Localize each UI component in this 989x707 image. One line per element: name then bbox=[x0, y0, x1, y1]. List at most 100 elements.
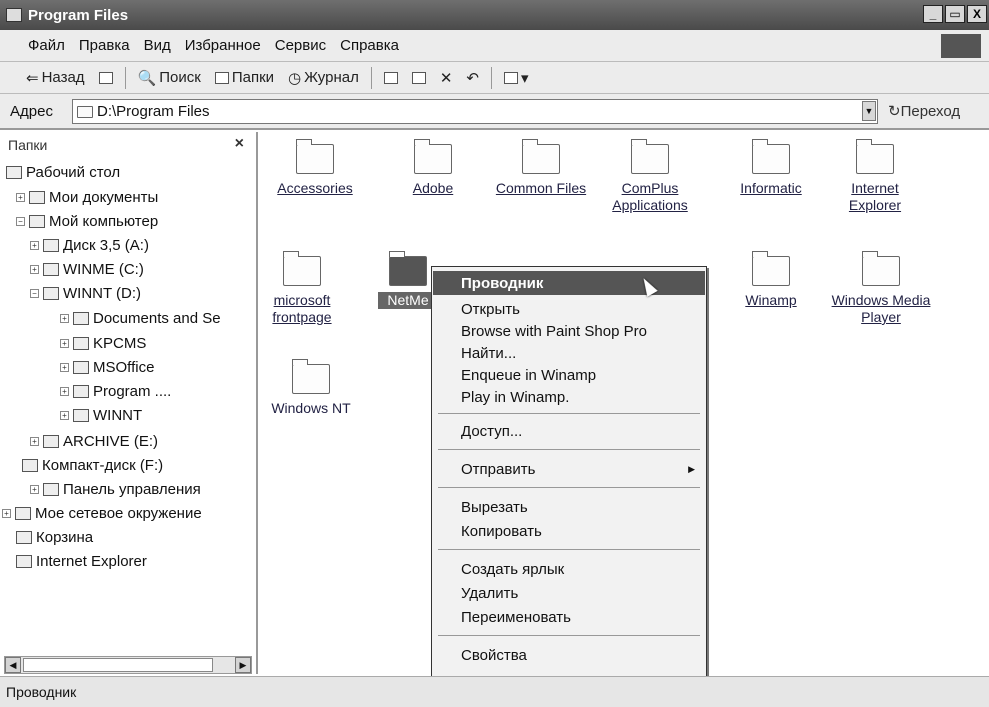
ctx-item-explorer[interactable]: Проводник bbox=[433, 271, 705, 295]
scroll-right-arrow-icon[interactable]: ▶ bbox=[235, 657, 251, 673]
expand-icon[interactable]: + bbox=[60, 411, 69, 420]
tree-item-drive-d[interactable]: − WINNT (D:) bbox=[30, 285, 141, 302]
views-icon bbox=[504, 71, 518, 84]
collapse-icon[interactable]: − bbox=[30, 289, 39, 298]
tree-item-program-files[interactable]: + Program .... bbox=[60, 383, 171, 400]
folder-icon bbox=[856, 139, 894, 174]
folder-item[interactable]: Accessories bbox=[260, 139, 370, 197]
ctx-item-sharing[interactable]: Доступ... bbox=[433, 419, 705, 443]
minimize-button[interactable]: _ bbox=[923, 5, 943, 23]
tree-item-label: Internet Explorer bbox=[36, 553, 147, 570]
folder-icon bbox=[752, 251, 790, 286]
folders-pane-close-button[interactable]: × bbox=[235, 135, 244, 153]
history-button[interactable]: ◷ Журнал bbox=[284, 69, 363, 87]
tree-item-network[interactable]: + Мое сетевое окружение bbox=[2, 505, 202, 522]
move-to-button[interactable] bbox=[380, 71, 402, 84]
tree-item-msoffice[interactable]: + MSOffice bbox=[60, 359, 154, 376]
folder-item-name: Accessories bbox=[277, 180, 353, 196]
tree-item-winnt-folder[interactable]: + WINNT bbox=[60, 407, 142, 424]
menu-view[interactable]: Вид bbox=[144, 37, 171, 54]
go-arrow-icon: ↻ bbox=[888, 103, 901, 120]
collapse-icon[interactable]: − bbox=[16, 217, 25, 226]
folders-horizontal-scrollbar[interactable]: ◀ ▶ bbox=[4, 656, 252, 674]
ctx-item-play-winamp[interactable]: Play in Winamp. bbox=[433, 385, 705, 409]
tree-item-drive-e[interactable]: + ARCHIVE (E:) bbox=[30, 433, 158, 450]
toolbar-separator bbox=[491, 66, 492, 89]
tree-item-documents-and-settings[interactable]: + Documents and Se bbox=[60, 310, 221, 327]
tree-item-cd-drive[interactable]: Компакт-диск (F:) bbox=[22, 457, 163, 474]
tree-item-recycle-bin[interactable]: Корзина bbox=[16, 529, 93, 546]
ctx-item-cut[interactable]: Вырезать bbox=[433, 495, 705, 519]
folders-button[interactable]: Папки bbox=[211, 69, 278, 86]
tree-item-kpcms[interactable]: + KPCMS bbox=[60, 335, 146, 352]
folder-item-selected[interactable]: NetMe bbox=[378, 251, 438, 309]
menu-edit[interactable]: Правка bbox=[79, 37, 130, 54]
scroll-left-arrow-icon[interactable]: ◀ bbox=[5, 657, 21, 673]
menu-file[interactable]: Файл bbox=[28, 37, 65, 54]
ctx-item-send-to[interactable]: Отправить ▶ bbox=[433, 457, 705, 481]
tree-item-desktop[interactable]: Рабочий стол bbox=[6, 164, 120, 181]
folders-icon bbox=[214, 71, 229, 84]
ctx-item-enqueue-winamp[interactable]: Enqueue in Winamp bbox=[433, 363, 705, 387]
tree-item-label: Корзина bbox=[36, 529, 94, 546]
ctx-item-open[interactable]: Открыть bbox=[433, 297, 705, 321]
up-button[interactable] bbox=[95, 71, 117, 84]
folder-item[interactable]: Winamp bbox=[716, 251, 826, 309]
tree-item-label: Мое сетевое окружение bbox=[35, 505, 202, 522]
ctx-item-create-shortcut[interactable]: Создать ярлык bbox=[433, 557, 705, 581]
menu-tools[interactable]: Сервис bbox=[275, 37, 326, 54]
tree-item-drive-c[interactable]: + WINME (C:) bbox=[30, 261, 144, 278]
folder-item[interactable]: ComPlus Applications bbox=[602, 139, 698, 214]
menu-help[interactable]: Справка bbox=[340, 37, 399, 54]
tree-item-floppy[interactable]: + Диск 3,5 (A:) bbox=[30, 237, 149, 254]
undo-button[interactable]: ↶ bbox=[462, 69, 483, 87]
folder-item[interactable]: Internet Explorer bbox=[830, 139, 920, 214]
expand-icon[interactable]: + bbox=[60, 339, 69, 348]
ctx-item-browse-paintshop[interactable]: Browse with Paint Shop Pro bbox=[433, 319, 705, 343]
scrollbar-thumb[interactable] bbox=[23, 658, 213, 672]
maximize-button[interactable]: ▭ bbox=[945, 5, 965, 23]
copy-to-button[interactable] bbox=[408, 71, 430, 84]
search-button[interactable]: 🔍 Поиск bbox=[134, 69, 205, 87]
back-button[interactable]: ⇐ Назад bbox=[22, 69, 89, 87]
ctx-item-rename[interactable]: Переименовать bbox=[433, 605, 705, 629]
ctx-item-copy[interactable]: Копировать bbox=[433, 519, 705, 543]
address-dropdown-button[interactable]: ▼ bbox=[862, 101, 876, 121]
go-button[interactable]: ↻Переход bbox=[888, 102, 960, 120]
tree-item-my-computer[interactable]: − Мой компьютер bbox=[16, 213, 158, 230]
views-button[interactable]: ▾ bbox=[500, 69, 533, 87]
tree-item-internet-explorer[interactable]: Internet Explorer bbox=[16, 553, 147, 570]
address-bar: Адрес D:\Program Files ▼ ↻Переход bbox=[0, 94, 989, 130]
folder-item[interactable]: Windows NT bbox=[256, 359, 366, 417]
folder-item[interactable]: Common Files bbox=[486, 139, 596, 197]
expand-icon[interactable]: + bbox=[60, 387, 69, 396]
folder-item[interactable]: Windows Media Player bbox=[826, 251, 936, 326]
internet-explorer-icon bbox=[16, 555, 32, 568]
search-label: Поиск bbox=[159, 69, 201, 86]
tree-item-control-panel[interactable]: + Панель управления bbox=[30, 481, 201, 498]
folder-icon bbox=[522, 139, 560, 174]
folder-item[interactable]: Informatic bbox=[716, 139, 826, 197]
delete-button[interactable]: ✕ bbox=[436, 69, 457, 87]
expand-icon[interactable]: + bbox=[30, 485, 39, 494]
folder-item[interactable]: microsoft frontpage bbox=[254, 251, 350, 326]
ctx-item-delete[interactable]: Удалить bbox=[433, 581, 705, 605]
ctx-item-properties[interactable]: Свойства bbox=[433, 643, 705, 667]
expand-icon[interactable]: + bbox=[16, 193, 25, 202]
expand-icon[interactable]: + bbox=[30, 241, 39, 250]
expand-icon[interactable]: + bbox=[60, 314, 69, 323]
close-button[interactable]: X bbox=[967, 5, 987, 23]
folder-icon bbox=[296, 139, 334, 174]
expand-icon[interactable]: + bbox=[60, 363, 69, 372]
address-input[interactable]: D:\Program Files bbox=[72, 99, 878, 124]
folder-item[interactable]: Adobe bbox=[378, 139, 488, 197]
expand-icon[interactable]: + bbox=[30, 437, 39, 446]
undo-icon: ↶ bbox=[466, 69, 479, 87]
tree-item-my-documents[interactable]: + Мои документы bbox=[16, 189, 158, 206]
ctx-item-search[interactable]: Найти... bbox=[433, 341, 705, 365]
expand-icon[interactable]: + bbox=[2, 509, 11, 518]
folder-icon bbox=[414, 139, 452, 174]
menu-favorites[interactable]: Избранное bbox=[185, 37, 261, 54]
expand-icon[interactable]: + bbox=[30, 265, 39, 274]
window-icon[interactable] bbox=[6, 8, 22, 22]
